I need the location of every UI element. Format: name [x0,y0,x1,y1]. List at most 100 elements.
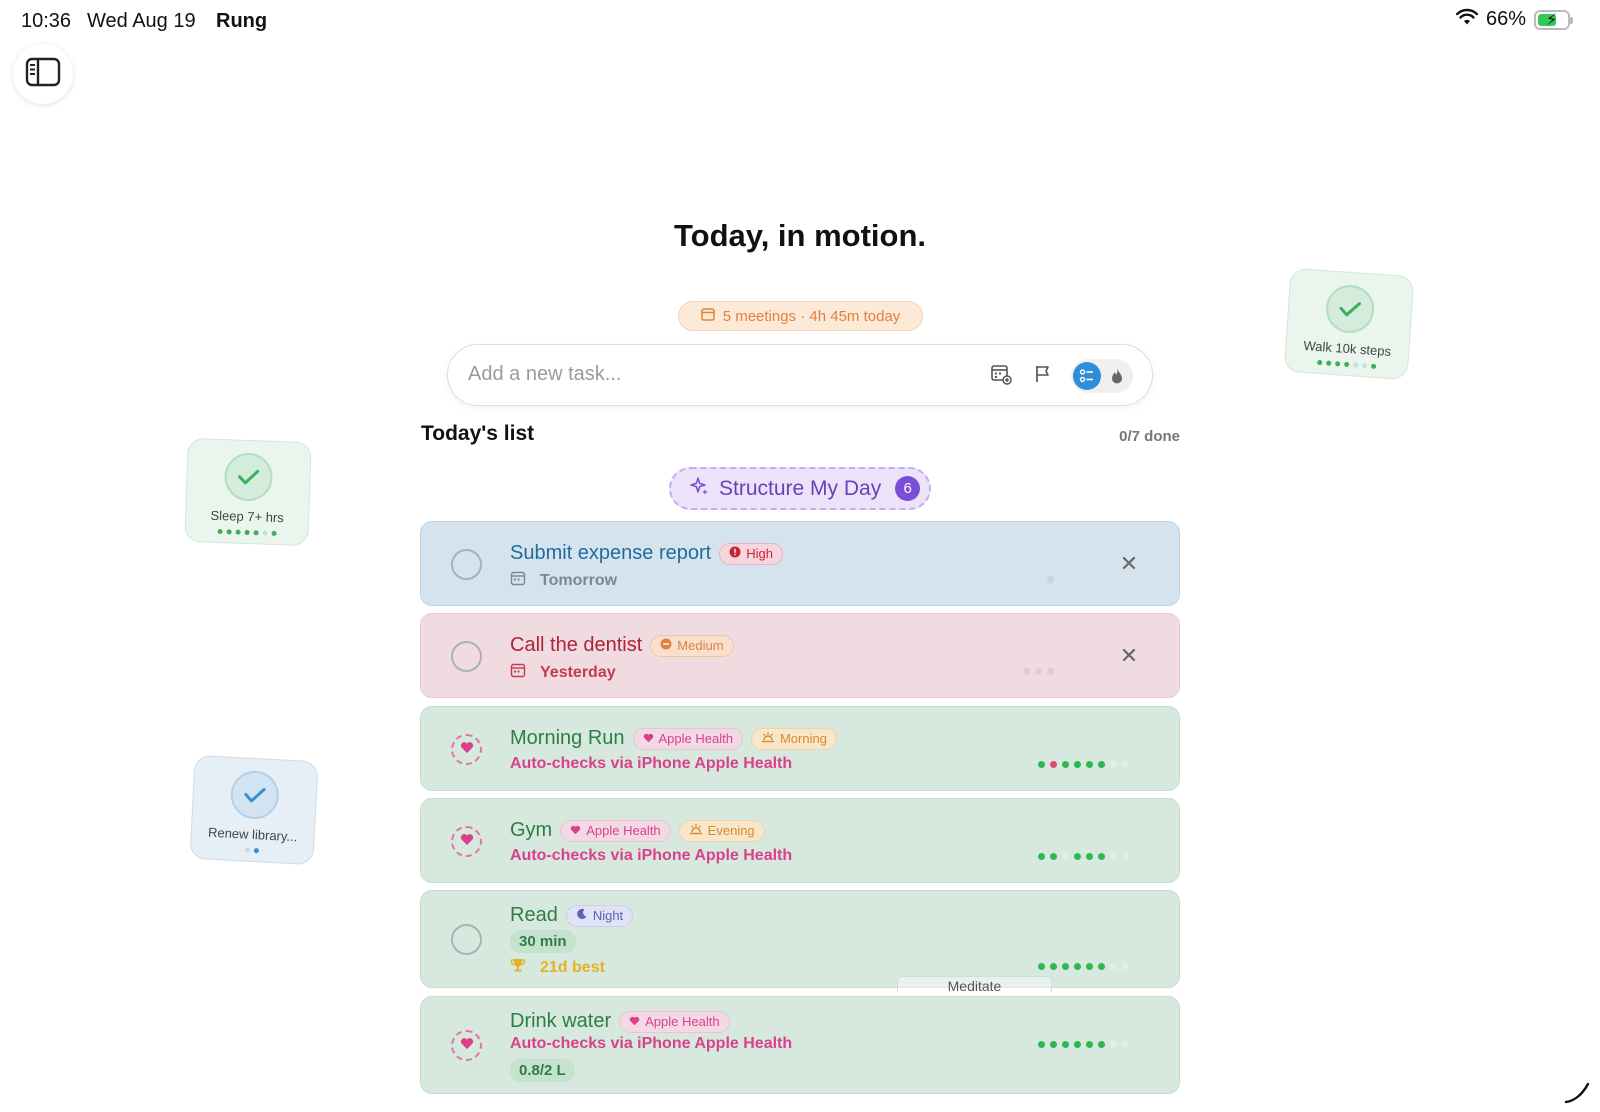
calendar-icon [700,307,715,325]
streak-dot [1038,761,1045,768]
check-icon [1324,283,1376,335]
task-card[interactable]: Gym Apple Health Evening Auto-checks via… [420,798,1180,883]
task-checkbox[interactable] [451,549,482,580]
task-card[interactable]: Drink water Apple Health Auto-checks via… [420,996,1180,1094]
list-mode-icon[interactable] [1073,362,1101,390]
streak-dot [1110,963,1117,970]
streak-dots [1038,1041,1129,1048]
streak-dot [1098,853,1105,860]
check-icon [229,769,281,821]
priority-label: High [746,546,773,561]
priority-label: Medium [677,638,724,653]
habit-widget-library[interactable]: Renew library... [189,754,319,866]
meetings-summary[interactable]: 5 meetings · 4h 45m today [678,301,923,331]
streak-dot [1110,1041,1117,1048]
widget-dots [244,847,260,854]
habit-mode-icon[interactable] [1107,365,1127,387]
source-label: Apple Health [645,1014,720,1029]
auto-check-note: Auto-checks via iPhone Apple Health [510,755,793,772]
minus-circle-icon [660,638,672,653]
wifi-icon [1455,8,1478,31]
due-date: Tomorrow [540,571,618,589]
sunrise-icon [761,731,775,746]
streak-dot [1074,963,1081,970]
health-checkbox[interactable] [451,1030,482,1061]
streak-dot [1050,761,1057,768]
task-checkbox[interactable] [451,924,482,955]
task-title: Submit expense report [510,542,712,564]
auto-check-note: Auto-checks via iPhone Apple Health [510,1035,793,1052]
habit-widget-sleep[interactable]: Sleep 7+ hrs [184,437,312,547]
time-of-day-label: Morning [779,731,827,746]
heart-icon [460,833,474,851]
task-card[interactable]: Morning Run Apple Health Morning Auto-ch… [420,706,1180,791]
streak-dots [1047,576,1054,583]
task-card[interactable]: Call the dentist Medium Yesterday ✕ [420,613,1180,698]
priority-badge: High [719,542,783,565]
streak-dot [1074,853,1081,860]
streak-dot [1062,1041,1069,1048]
sidebar-toggle-button[interactable] [13,44,73,104]
health-checkbox[interactable] [451,826,482,857]
streak-dots [1038,963,1129,970]
task-card[interactable]: Submit expense report High Tomorrow ✕ [420,521,1180,606]
status-date: Wed Aug 19 [87,10,196,32]
streak-dot [1086,761,1093,768]
streak-dot [1098,963,1105,970]
task-card[interactable]: Read Night 30 min 21d best [420,890,1180,988]
time-of-day-label: Night [592,908,624,923]
streak-dot [1110,853,1117,860]
streak-dot [1110,761,1117,768]
apple-health-badge: Apple Health [619,1010,730,1033]
time-of-day-badge: Night [565,904,634,927]
task-checkbox[interactable] [451,641,482,672]
streak-dot [1098,761,1105,768]
schedule-button[interactable] [988,363,1014,389]
heart-icon [570,823,581,838]
streak-dot [1062,853,1069,860]
health-checkbox[interactable] [451,734,482,765]
task-title: Morning Run [510,727,625,749]
battery-percent: 66% [1485,8,1526,30]
add-task-bar [447,344,1153,406]
task-title: Call the dentist [510,634,643,656]
mode-toggle[interactable] [1071,359,1133,393]
heart-icon [643,731,654,746]
priority-button[interactable] [1030,363,1056,389]
task-title: Read [510,904,558,926]
heart-icon [460,1037,474,1055]
status-time: 10:36 [21,10,72,32]
apple-health-badge: Apple Health [632,727,743,750]
ghost-task-meditate: Meditate [897,976,1052,992]
widget-dots [1316,359,1376,369]
streak-dot [1074,1041,1081,1048]
sunset-icon [689,823,703,838]
streak-dot [1098,1041,1105,1048]
streak-dot [1086,963,1093,970]
trophy-icon [510,957,526,978]
priority-badge: Medium [650,634,734,657]
heart-icon [629,1014,640,1029]
progress-badge: 0.8/2 L [510,1059,575,1082]
widget-dots [217,528,277,537]
add-task-input[interactable] [468,363,928,386]
remove-task-button[interactable]: ✕ [1117,644,1141,668]
streak-dot [1122,761,1129,768]
structure-my-day-button[interactable]: Structure My Day 6 [669,467,931,510]
source-label: Apple Health [658,731,733,746]
status-right: 66% ⚡ [1455,8,1573,31]
remove-task-button[interactable]: ✕ [1117,552,1141,576]
list-title: Today's list [421,422,535,445]
apple-health-badge: Apple Health [560,819,671,842]
streak-dot [1050,1041,1057,1048]
done-count: 0/7 done [1119,428,1180,445]
page-title: Today, in motion. [674,218,926,253]
time-of-day-badge: Morning [750,727,837,750]
streak-dot [1086,1041,1093,1048]
task-title: Gym [510,819,553,841]
structure-count-badge: 6 [895,476,921,501]
sidebar-icon [25,57,61,92]
habit-widget-walk[interactable]: Walk 10k steps [1283,267,1415,381]
check-icon [223,452,274,502]
best-streak: 21d best [510,957,605,978]
